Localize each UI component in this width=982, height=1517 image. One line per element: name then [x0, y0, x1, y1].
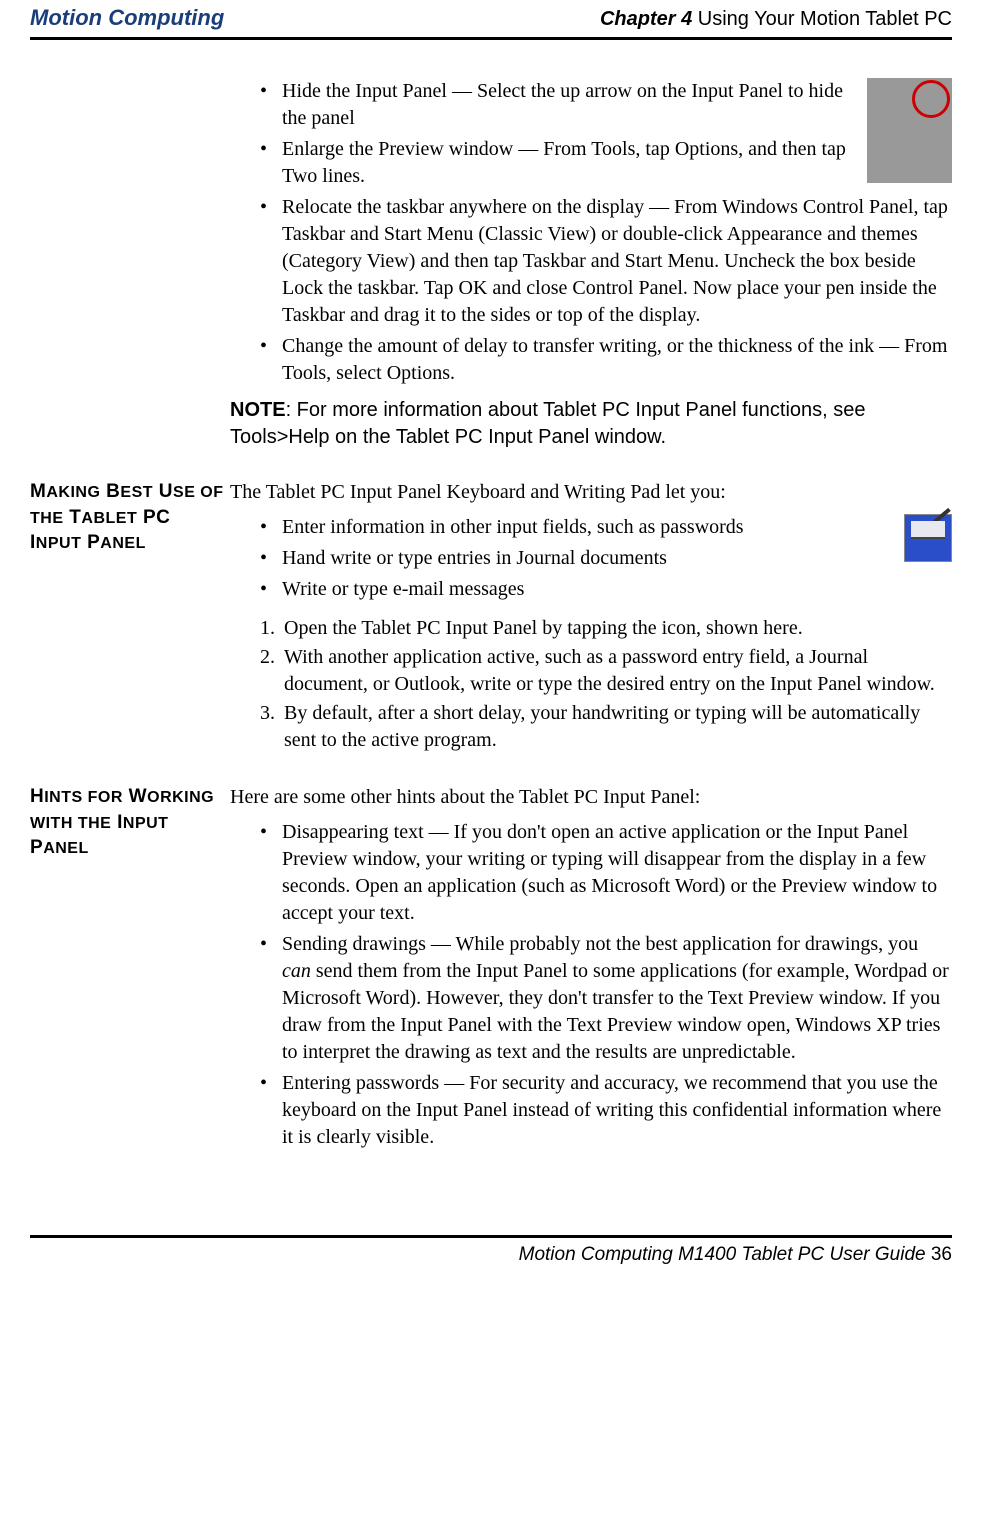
- list-item: • Enter information in other input fields…: [260, 514, 892, 541]
- intro-text: Here are some other hints about the Tabl…: [230, 784, 952, 811]
- list-text: By default, after a short delay, your ha…: [284, 700, 952, 754]
- chapter-number: Chapter 4: [600, 8, 692, 30]
- bullet-icon: •: [260, 514, 270, 541]
- chapter-title: Using Your Motion Tablet PC: [692, 8, 952, 30]
- bullet-icon: •: [260, 1070, 270, 1151]
- bullet-icon: •: [260, 576, 270, 603]
- list-text: Hide the Input Panel — Select the up arr…: [282, 78, 855, 132]
- chapter-label: Chapter 4 Using Your Motion Tablet PC: [600, 8, 952, 31]
- list-item: 2.With another application active, such …: [260, 644, 952, 698]
- list-text: With another application active, such as…: [284, 644, 952, 698]
- section-body: The Tablet PC Input Panel Keyboard and W…: [230, 479, 952, 756]
- list-item: •Change the amount of delay to transfer …: [260, 333, 952, 387]
- step-number: 3.: [260, 700, 284, 754]
- page-footer: Motion Computing M1400 Tablet PC User Gu…: [30, 1235, 952, 1266]
- list-item: •Sending drawings — While probably not t…: [260, 931, 952, 1066]
- section-body: Here are some other hints about the Tabl…: [230, 784, 952, 1155]
- list-item: •Hide the Input Panel — Select the up ar…: [260, 78, 855, 132]
- footer-text: Motion Computing M1400 Tablet PC User Gu…: [519, 1244, 931, 1265]
- step-number: 1.: [260, 615, 284, 642]
- note-block: NOTE: For more information about Tablet …: [230, 397, 952, 451]
- list-item: •Disappearing text — If you don't open a…: [260, 819, 952, 927]
- bullet-icon: •: [260, 819, 270, 927]
- input-panel-icon: [904, 514, 952, 562]
- step-number: 2.: [260, 644, 284, 698]
- bullet-icon: •: [260, 78, 270, 132]
- list-text: Enter information in other input fields,…: [282, 514, 744, 541]
- list-item: 3.By default, after a short delay, your …: [260, 700, 952, 754]
- list-text: Sending drawings — While probably not th…: [282, 931, 952, 1066]
- list-item: • Write or type e-mail messages: [260, 576, 952, 603]
- logo: Motion Computing: [30, 5, 224, 31]
- note-text: : For more information about Tablet PC I…: [230, 399, 866, 448]
- capability-list: • Enter information in other input fields…: [260, 514, 952, 603]
- logo-text: Motion Computing: [30, 5, 224, 30]
- side-heading: HINTS FOR WORKING WITH THE INPUT PANEL: [30, 784, 230, 1155]
- numbered-steps: 1.Open the Tablet PC Input Panel by tapp…: [230, 615, 952, 754]
- list-text: Change the amount of delay to transfer w…: [282, 333, 952, 387]
- side-heading: MAKING BEST USE OF THE TABLET PC INPUT P…: [30, 479, 230, 756]
- list-text: Entering passwords — For security and ac…: [282, 1070, 952, 1151]
- bullet-icon: •: [260, 333, 270, 387]
- bullet-icon: •: [260, 931, 270, 1066]
- list-text: Disappearing text — If you don't open an…: [282, 819, 952, 927]
- note-label: NOTE: [230, 399, 286, 421]
- page-number: 36: [931, 1244, 952, 1265]
- list-text: Open the Tablet PC Input Panel by tappin…: [284, 615, 803, 642]
- page-header: Motion Computing Chapter 4 Using Your Mo…: [30, 0, 952, 40]
- top-bullet-list: •Hide the Input Panel — Select the up ar…: [260, 78, 952, 387]
- bullet-icon: •: [260, 545, 270, 572]
- list-text: Hand write or type entries in Journal do…: [282, 545, 667, 572]
- list-text: Enlarge the Preview window — From Tools,…: [282, 136, 855, 190]
- list-item: • Hand write or type entries in Journal d…: [260, 545, 892, 572]
- list-item: •Relocate the taskbar anywhere on the di…: [260, 194, 952, 329]
- placeholder-graphic: [867, 78, 952, 183]
- list-item: •Entering passwords — For security and a…: [260, 1070, 952, 1151]
- list-text: Write or type e-mail messages: [282, 576, 524, 603]
- list-item: •Enlarge the Preview window — From Tools…: [260, 136, 855, 190]
- section-hints: HINTS FOR WORKING WITH THE INPUT PANEL H…: [30, 784, 952, 1155]
- bullet-icon: •: [260, 194, 270, 329]
- section-making-best-use: MAKING BEST USE OF THE TABLET PC INPUT P…: [30, 479, 952, 756]
- intro-text: The Tablet PC Input Panel Keyboard and W…: [230, 479, 952, 506]
- list-text: Relocate the taskbar anywhere on the dis…: [282, 194, 952, 329]
- bullet-icon: •: [260, 136, 270, 190]
- list-item: 1.Open the Tablet PC Input Panel by tapp…: [260, 615, 952, 642]
- callout-circle-icon: [912, 80, 950, 118]
- hints-list: •Disappearing text — If you don't open a…: [260, 819, 952, 1151]
- top-content: •Hide the Input Panel — Select the up ar…: [230, 78, 952, 451]
